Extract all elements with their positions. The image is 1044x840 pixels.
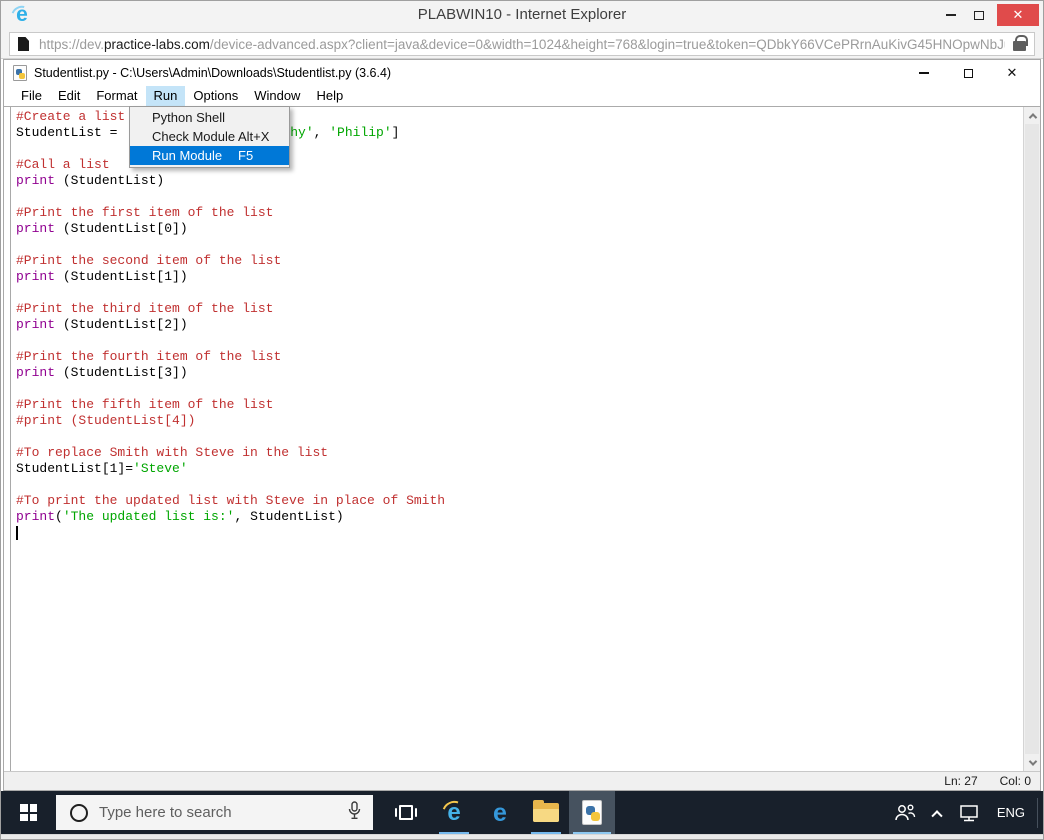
idle-titlebar: Studentlist.py - C:\Users\Admin\Download…: [4, 60, 1040, 86]
page-icon: [18, 37, 29, 51]
menu-edit[interactable]: Edit: [50, 86, 88, 106]
microphone-icon[interactable]: [348, 800, 361, 825]
ie-titlebar: e PLABWIN10 - Internet Explorer ✕: [1, 1, 1043, 29]
run-dropdown-menu: Python Shell Check Module Alt+X Run Module F…: [129, 106, 290, 168]
python-file-icon: [13, 65, 27, 81]
maximize-icon: [963, 68, 973, 78]
scroll-down-button[interactable]: [1024, 754, 1040, 771]
system-tray: ENG: [894, 791, 1043, 834]
show-hidden-icons-button[interactable]: [931, 809, 943, 821]
ie-close-button[interactable]: ✕: [997, 4, 1039, 26]
cortana-ring-icon: [70, 803, 88, 822]
url-text[interactable]: https://dev.practice-labs.com/device-adv…: [39, 37, 1005, 52]
people-button[interactable]: [894, 804, 916, 821]
ie-urlbar: https://dev.practice-labs.com/device-adv…: [1, 29, 1043, 59]
taskbar-search-box[interactable]: Type here to search: [56, 795, 373, 830]
desktop-bottom-edge: [1, 834, 1043, 839]
idle-statusbar: Ln: 27 Col: 0: [4, 771, 1040, 790]
idle-menubar: File Edit Format Run Options Window Help: [4, 86, 1040, 107]
taskbar-python-idle[interactable]: [569, 791, 615, 834]
lock-icon: [1013, 35, 1028, 51]
menu-file[interactable]: File: [13, 86, 50, 106]
minimize-icon: [919, 72, 929, 74]
show-desktop-divider[interactable]: [1037, 797, 1038, 828]
code-line: print (StudentList[3]): [16, 365, 188, 380]
editor-pane[interactable]: #Create a list StudentList = hy', 'Philip…: [4, 107, 1040, 771]
network-button[interactable]: [958, 804, 980, 822]
code-line: print('The updated list is:', StudentLis…: [16, 509, 344, 524]
taskbar-file-explorer[interactable]: [523, 791, 569, 834]
code-line: #To print the updated list with Steve in…: [16, 493, 446, 508]
chevron-up-icon: [931, 809, 943, 821]
code-line: StudentList[1]='Steve': [16, 461, 188, 476]
idle-minimize-button[interactable]: [902, 60, 946, 86]
url-domain: practice-labs.com: [104, 36, 210, 52]
internet-explorer-icon: e: [438, 796, 470, 828]
code-line: #Print the second item of the list: [16, 253, 282, 268]
ie-window: e PLABWIN10 - Internet Explorer ✕ https:…: [0, 0, 1044, 840]
menu-item-run-module[interactable]: Run Module F5: [130, 146, 289, 165]
menu-help[interactable]: Help: [308, 86, 351, 106]
status-column-number: Col: 0: [999, 774, 1031, 788]
taskbar-edge[interactable]: e: [477, 791, 523, 834]
ie-window-title: PLABWIN10 - Internet Explorer: [417, 6, 627, 23]
task-view-button[interactable]: [389, 791, 423, 834]
idle-close-button[interactable]: ✕: [990, 60, 1034, 86]
edge-icon: e: [493, 798, 507, 827]
menu-item-check-module[interactable]: Check Module Alt+X: [130, 127, 289, 146]
code-line: #print (StudentList[4]): [16, 413, 196, 428]
idle-maximize-button[interactable]: [946, 60, 990, 86]
taskbar: Type here to search e e ENG: [1, 791, 1043, 834]
code-line: #Print the fifth item of the list: [16, 397, 274, 412]
code-line: #Print the first item of the list: [16, 205, 274, 220]
code-line: print (StudentList): [16, 173, 165, 188]
idle-window-title: Studentlist.py - C:\Users\Admin\Download…: [34, 66, 392, 80]
code-area[interactable]: #Create a list StudentList = hy', 'Philip…: [16, 109, 445, 541]
ie-maximize-button[interactable]: [965, 4, 993, 26]
text-caret: [16, 525, 18, 540]
status-line-number: Ln: 27: [944, 774, 978, 788]
taskbar-internet-explorer[interactable]: e: [431, 791, 477, 834]
python-idle-icon: [582, 800, 602, 825]
code-line: [16, 525, 445, 541]
search-placeholder-text: Type here to search: [99, 804, 232, 821]
minimize-icon: [946, 14, 956, 16]
code-line: print (StudentList[2]): [16, 317, 188, 332]
chevron-up-icon: [1028, 112, 1037, 122]
windows-logo-icon: [20, 804, 37, 821]
editor-border: [10, 107, 11, 771]
menu-format[interactable]: Format: [88, 86, 145, 106]
language-indicator[interactable]: ENG: [997, 805, 1025, 820]
menu-item-python-shell[interactable]: Python Shell: [130, 108, 289, 127]
menu-options[interactable]: Options: [185, 86, 246, 106]
chevron-down-icon: [1028, 756, 1037, 766]
code-line: #Print the third item of the list: [16, 301, 274, 316]
start-button[interactable]: [1, 791, 56, 834]
code-line: print (StudentList[0]): [16, 221, 188, 236]
scrollbar-thumb[interactable]: [1025, 124, 1039, 754]
address-bar[interactable]: https://dev.practice-labs.com/device-adv…: [9, 32, 1035, 56]
file-explorer-icon: [533, 800, 559, 822]
code-line: #To replace Smith with Steve in the list: [16, 445, 329, 460]
ie-minimize-button[interactable]: [937, 4, 965, 26]
scroll-up-button[interactable]: [1024, 107, 1040, 124]
idle-editor-window: Studentlist.py - C:\Users\Admin\Download…: [3, 59, 1041, 791]
vertical-scrollbar[interactable]: [1023, 107, 1040, 771]
code-line: print (StudentList[1]): [16, 269, 188, 284]
remote-desktop: Studentlist.py - C:\Users\Admin\Download…: [1, 59, 1043, 839]
code-line: #Print the fourth item of the list: [16, 349, 282, 364]
menu-window[interactable]: Window: [246, 86, 308, 106]
maximize-icon: [974, 10, 984, 20]
task-view-icon: [395, 804, 417, 821]
menu-run[interactable]: Run: [145, 86, 186, 106]
